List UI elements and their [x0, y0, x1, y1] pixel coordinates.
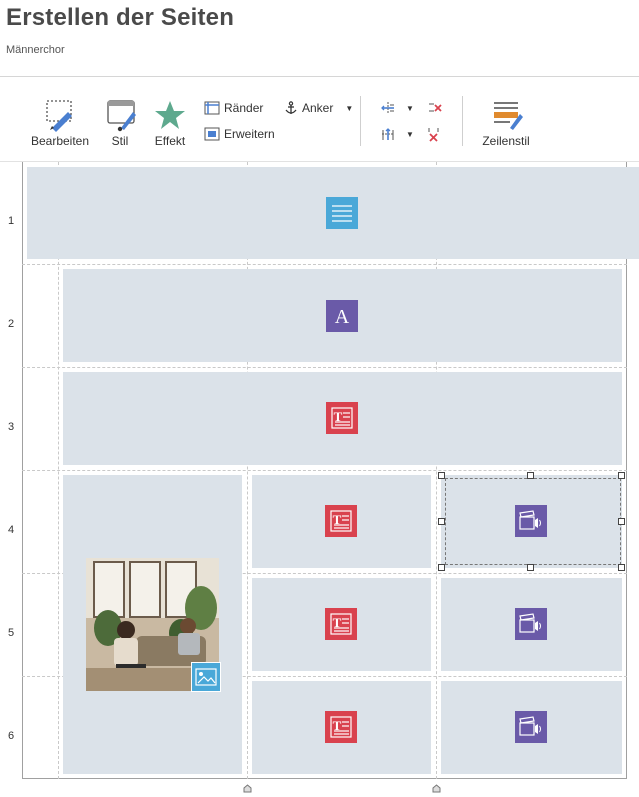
borders-icon [204, 101, 220, 115]
row6-video-block[interactable] [441, 681, 622, 774]
column-marker-icon[interactable] [432, 784, 441, 793]
zeilenstil-label: Zeilenstil [482, 134, 530, 148]
insert-column-button[interactable]: ▼ [380, 100, 414, 116]
resize-handle[interactable] [438, 472, 445, 479]
text-block-icon [326, 197, 358, 229]
anker-label: Anker [302, 101, 334, 115]
row2-heading-block[interactable]: A [63, 269, 622, 362]
page-header: Erstellen der Seiten Männerchor [0, 0, 639, 77]
row-number: 4 [7, 524, 15, 536]
resize-handle[interactable] [618, 564, 625, 571]
resize-handle[interactable] [618, 518, 625, 525]
row5-video-block[interactable] [441, 578, 622, 671]
anchor-icon [285, 101, 297, 114]
row6-text-image-block[interactable]: T [252, 681, 431, 774]
row4-text-image-block[interactable]: T [252, 475, 431, 568]
row1-text-block[interactable] [27, 167, 639, 259]
text-image-icon: T [325, 608, 357, 640]
row-number: 6 [7, 730, 15, 742]
delete-column-button[interactable] [426, 100, 442, 116]
resize-handle[interactable] [527, 564, 534, 571]
insert-row-icon [382, 128, 394, 140]
selection-frame [445, 478, 621, 565]
text-image-icon: T [325, 505, 357, 537]
anker-button[interactable]: Anker ▼ [284, 101, 353, 115]
effekt-label: Effekt [154, 134, 186, 148]
erweitern-label: Erweitern [224, 127, 275, 141]
delete-column-icon [429, 103, 442, 112]
page-subtitle: Männerchor [6, 44, 65, 56]
erweitern-button[interactable]: Erweitern [204, 127, 275, 141]
effekt-button[interactable]: Effekt [150, 80, 190, 150]
delete-row-button[interactable] [426, 126, 442, 142]
svg-text:A: A [335, 306, 350, 327]
bearbeiten-label: Bearbeiten [30, 134, 90, 148]
toolbar: Bearbeiten Stil Effekt Ränder Erweitern … [0, 78, 639, 162]
raender-button[interactable]: Ränder [204, 101, 263, 115]
row-number: 3 [7, 421, 15, 433]
stil-button[interactable]: Stil [100, 80, 140, 150]
resize-handle[interactable] [438, 564, 445, 571]
page-layout-canvas: 1 2 3 4 5 6 A T T T T [0, 162, 639, 797]
grid-row-line [22, 264, 627, 265]
text-image-icon: T [325, 711, 357, 743]
row-style-icon [494, 102, 523, 130]
resize-handle[interactable] [438, 518, 445, 525]
toolbar-separator [360, 96, 361, 146]
bearbeiten-button[interactable]: Bearbeiten [28, 80, 92, 150]
row3-text-image-block[interactable]: T [63, 372, 622, 465]
expand-icon [204, 127, 220, 141]
chevron-down-icon[interactable]: ▼ [406, 130, 414, 139]
row-number: 2 [7, 318, 15, 330]
image-block[interactable] [63, 475, 242, 774]
raender-label: Ränder [224, 101, 264, 115]
chevron-down-icon[interactable]: ▼ [345, 104, 353, 113]
video-icon [515, 608, 547, 640]
toolbar-separator [462, 96, 463, 146]
page-title: Erstellen der Seiten [6, 4, 235, 31]
row5-text-image-block[interactable]: T [252, 578, 431, 671]
heading-icon: A [326, 300, 358, 332]
text-image-icon: T [326, 402, 358, 434]
row-number: 5 [7, 627, 15, 639]
star-icon [155, 101, 185, 129]
zeilenstil-button[interactable]: Zeilenstil [478, 80, 534, 150]
page-bottom-border [22, 778, 627, 779]
insert-row-button[interactable]: ▼ [380, 126, 414, 142]
edit-icon [46, 100, 72, 132]
row-number: 1 [7, 215, 15, 227]
column-marker-icon[interactable] [243, 784, 252, 793]
image-icon [191, 662, 221, 692]
stil-label: Stil [111, 134, 129, 148]
resize-handle[interactable] [527, 472, 534, 479]
grid-row-line [22, 367, 627, 368]
resize-handle[interactable] [618, 472, 625, 479]
video-icon [515, 711, 547, 743]
insert-column-icon [381, 102, 394, 114]
chevron-down-icon[interactable]: ▼ [406, 104, 414, 113]
grid-row-line [22, 470, 627, 471]
delete-row-icon [428, 128, 439, 142]
style-brush-icon [107, 100, 136, 132]
